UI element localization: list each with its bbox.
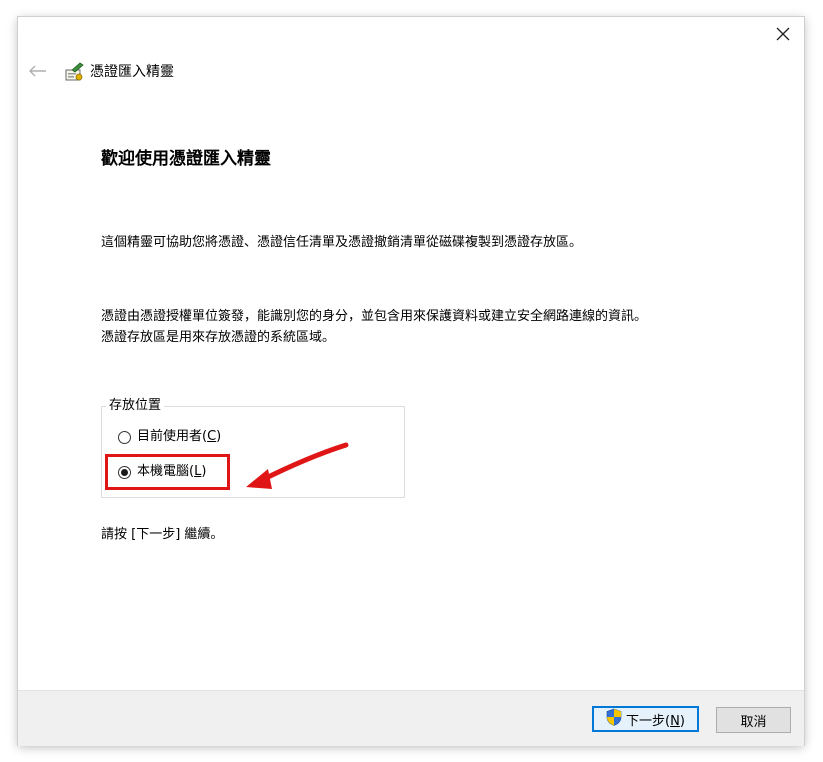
next-button-label: 下一步(N) xyxy=(626,713,685,729)
certificate-wizard-icon xyxy=(63,61,85,83)
annotation-highlight-box xyxy=(105,454,230,490)
radio-current-user[interactable]: 目前使用者(C) xyxy=(118,428,221,446)
description-line-1: 憑證由憑證授權單位簽發，能識別您的身分，並包含用來保護資料或建立安全網路連線的資… xyxy=(101,309,648,324)
annotation-arrow xyxy=(246,442,349,489)
radio-button[interactable] xyxy=(118,430,131,444)
store-location-legend: 存放位置 xyxy=(106,397,165,415)
back-arrow-icon xyxy=(29,62,47,81)
wizard-title: 憑證匯入精靈 xyxy=(90,64,174,80)
close-icon xyxy=(776,26,790,45)
next-button[interactable]: 下一步(N) xyxy=(592,706,699,732)
page-heading: 歡迎使用憑證匯入精靈 xyxy=(101,149,271,169)
wizard-footer: 下一步(N) 取消 xyxy=(18,690,804,746)
close-button[interactable] xyxy=(764,20,802,50)
intro-paragraph: 這個精靈可協助您將憑證、憑證信任清單及憑證撤銷清單從磁碟複製到憑證存放區。 xyxy=(101,235,583,250)
wizard-window: 憑證匯入精靈 歡迎使用憑證匯入精靈 這個精靈可協助您將憑證、憑證信任清單及憑證撤… xyxy=(18,17,804,746)
radio-label-current-user: 目前使用者(C) xyxy=(137,429,222,444)
uac-shield-icon xyxy=(606,708,626,730)
continue-instruction: 請按 [下一步] 繼續。 xyxy=(101,527,224,542)
description-line-2: 憑證存放區是用來存放憑證的系統區域。 xyxy=(101,330,336,345)
cancel-button[interactable]: 取消 xyxy=(716,707,791,733)
back-button[interactable] xyxy=(26,61,50,81)
